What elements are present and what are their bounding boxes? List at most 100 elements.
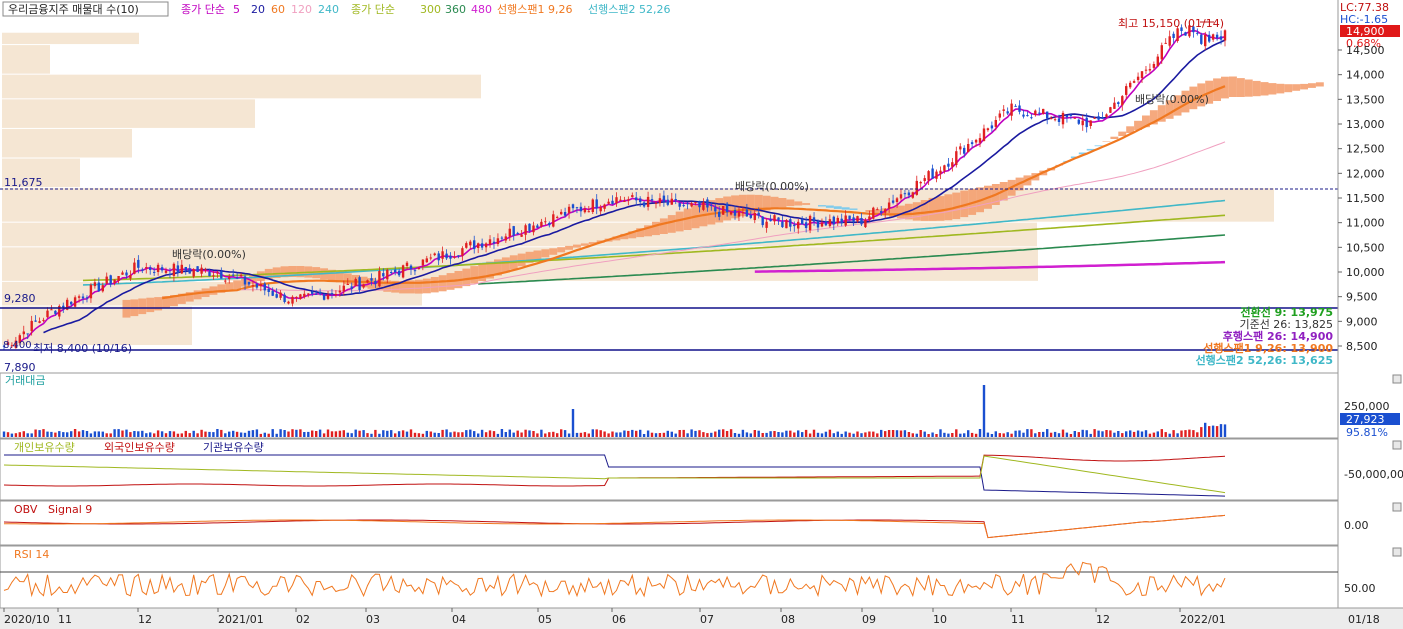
- candle-body: [686, 203, 689, 205]
- volume-bar: [156, 430, 160, 437]
- volume-bar: [757, 430, 760, 437]
- candle-body: [642, 202, 646, 207]
- candle-body: [180, 264, 183, 274]
- candle-body: [1093, 117, 1096, 119]
- volume-bar: [22, 431, 25, 437]
- volume-bar: [1125, 431, 1128, 437]
- volume-bar: [797, 430, 800, 437]
- legend-ma240: 240: [318, 3, 339, 16]
- candle-body: [745, 209, 749, 217]
- volume-bar: [500, 429, 504, 437]
- volume-bar: [208, 431, 211, 437]
- candle-body: [702, 202, 705, 210]
- cloud-segment: [794, 201, 803, 206]
- candle-body: [397, 270, 401, 276]
- volume-bar: [623, 430, 626, 437]
- volume-bar: [872, 431, 875, 437]
- candle-body: [662, 195, 666, 202]
- volume-bar: [642, 434, 646, 437]
- candle-body: [986, 128, 990, 131]
- volume-bar: [591, 429, 594, 437]
- price-tick-label: 10,500: [1346, 241, 1385, 254]
- volume-bar: [1026, 429, 1029, 437]
- legend-ma60: 60: [271, 3, 285, 16]
- candle-body: [405, 262, 409, 266]
- candle-body: [425, 258, 428, 263]
- volume-bar: [884, 431, 887, 437]
- chart-legend: 우리금융지주 매물대 수(10) 종가 단순 5 20 60 120 240 종…: [2, 1, 670, 17]
- cloud-segment: [193, 290, 202, 300]
- volume-bar: [1077, 432, 1080, 437]
- annotation-high: 최고 15,150 (01/14): [1118, 17, 1224, 30]
- volume-bar: [1049, 432, 1053, 437]
- candle-body: [725, 203, 729, 213]
- candle-body: [255, 283, 259, 288]
- volume-bar: [852, 433, 855, 437]
- volume-bar: [627, 430, 630, 437]
- volume-bar: [184, 430, 187, 437]
- volume-bar: [773, 431, 776, 437]
- candle-body: [188, 268, 191, 274]
- volume-bar: [1014, 430, 1017, 437]
- candle-body: [761, 216, 764, 226]
- x-axis-right-label: 01/18: [1348, 613, 1380, 626]
- candle-body: [856, 216, 859, 222]
- volume-bar: [935, 434, 938, 437]
- candle-body: [718, 211, 721, 217]
- candle-body: [1069, 114, 1073, 116]
- volume-bar: [386, 430, 389, 437]
- price-tick-label: 9,500: [1346, 291, 1378, 304]
- volume-bar: [978, 429, 982, 437]
- cloud-segment: [944, 194, 953, 221]
- volume-bar: [405, 431, 409, 437]
- cloud-segment: [422, 278, 431, 294]
- cloud-segment: [1315, 82, 1324, 87]
- cloud-segment: [833, 206, 842, 209]
- volume-bar: [457, 432, 460, 437]
- candle-body: [777, 217, 780, 221]
- volume-bar: [58, 431, 61, 437]
- volume-bar: [117, 429, 120, 437]
- legend-ma480: 480: [471, 3, 492, 16]
- rsi-close-button[interactable]: [1392, 547, 1402, 557]
- candle-body: [1018, 105, 1021, 112]
- volume-bar: [232, 430, 235, 437]
- candle-body: [263, 283, 266, 291]
- volume-bar: [710, 432, 713, 437]
- candle-body: [741, 212, 745, 214]
- volume-bar: [216, 429, 219, 437]
- obv-close-button[interactable]: [1392, 502, 1402, 512]
- candle-body: [433, 253, 436, 256]
- candle-body: [591, 199, 594, 212]
- volume-bar: [473, 431, 476, 437]
- volume-bar: [1192, 430, 1195, 437]
- volume-bar: [6, 432, 10, 437]
- candle-body: [54, 310, 57, 314]
- holdings-close-button[interactable]: [1392, 440, 1402, 450]
- volume-close-button[interactable]: [1392, 374, 1402, 384]
- candle-body: [172, 263, 176, 276]
- candle-body: [259, 283, 262, 287]
- volume-bar: [1042, 431, 1045, 437]
- candle-body: [113, 279, 116, 283]
- candle-body: [548, 222, 551, 226]
- volume-bar: [153, 433, 156, 437]
- volume-bar: [311, 430, 314, 437]
- stock-chart[interactable]: 우리금융지주 매물대 수(10) 종가 단순 5 20 60 120 240 종…: [0, 0, 1403, 629]
- candle-body: [1164, 42, 1167, 44]
- volume-bar: [556, 433, 559, 437]
- volume-bar: [583, 432, 587, 437]
- volume-bar: [1211, 425, 1215, 437]
- volume-bar: [1093, 429, 1096, 437]
- volume-bar: [374, 429, 377, 437]
- volume-bar: [243, 432, 247, 437]
- cloud-segment: [541, 249, 550, 258]
- volume-bar: [915, 433, 918, 437]
- candle-body: [204, 269, 207, 271]
- candle-body: [461, 248, 464, 256]
- volume-bar: [982, 385, 986, 437]
- candle-body: [473, 240, 476, 250]
- candle-body: [338, 290, 342, 293]
- volume-bar: [575, 432, 579, 437]
- price-tick-label: 13,500: [1346, 93, 1385, 106]
